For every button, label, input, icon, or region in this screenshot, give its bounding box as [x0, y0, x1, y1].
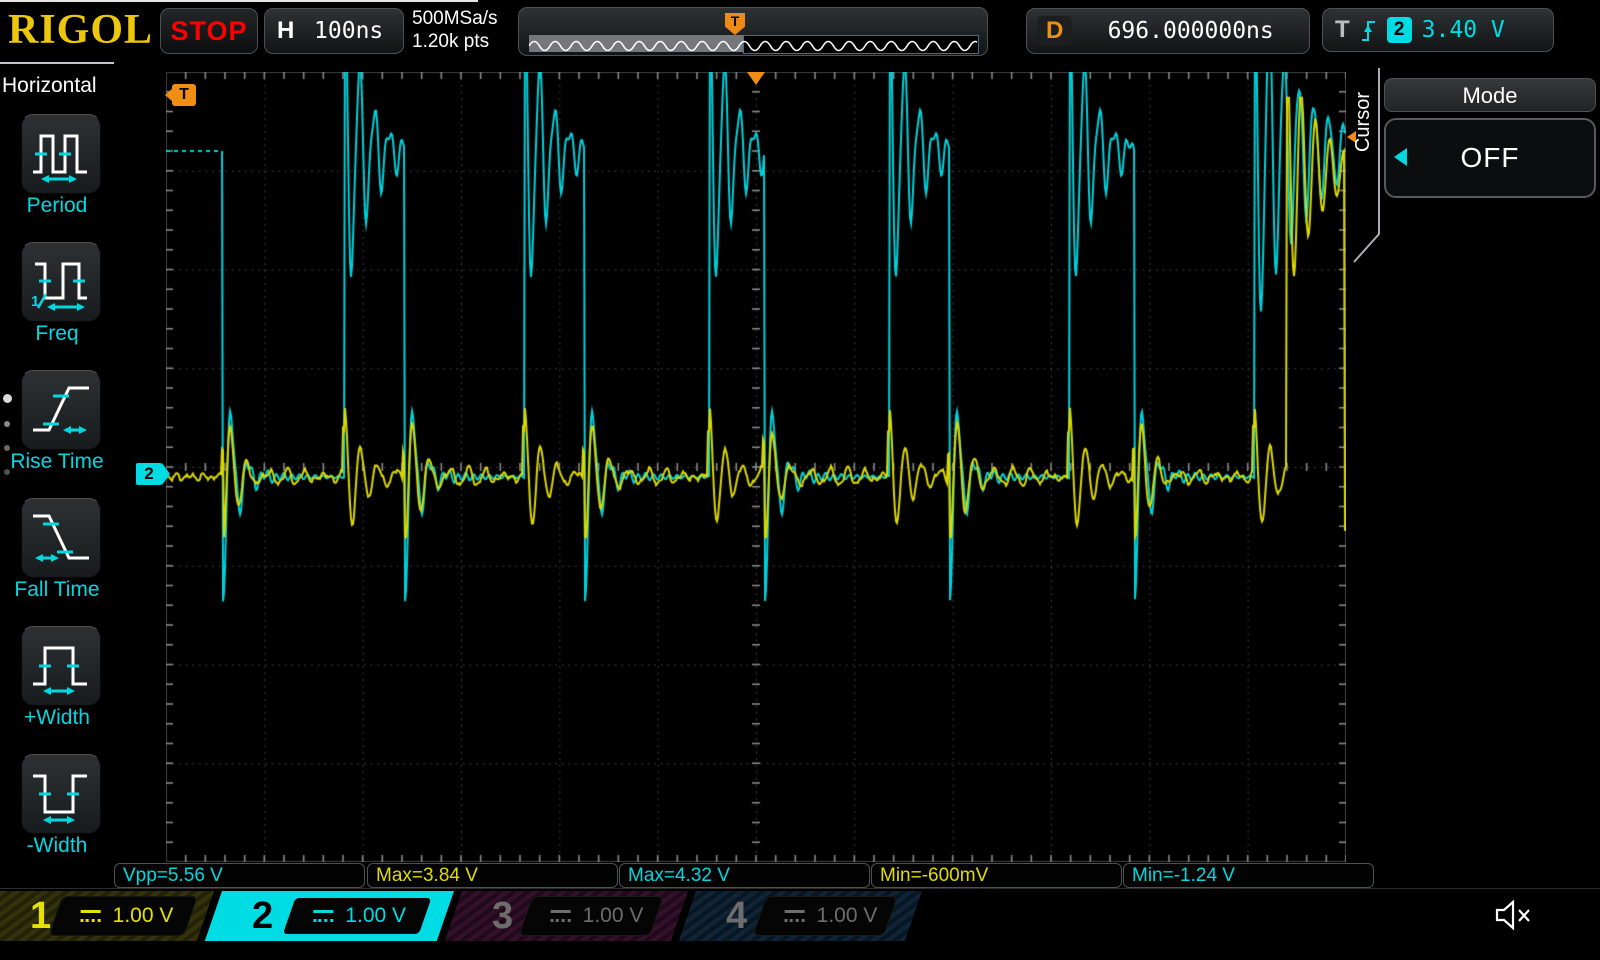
channel-bar-divider: [0, 888, 1600, 889]
measurement-slot-5[interactable]: Min=-1.24 V: [1123, 863, 1374, 888]
channel3-number: 3: [492, 891, 513, 941]
preview-waveform: [529, 35, 977, 52]
rise-time-icon: [29, 378, 93, 442]
measure-button-minus-width[interactable]: [21, 754, 101, 834]
dc-coupling-icon: [313, 910, 333, 922]
tab-cursor[interactable]: Cursor: [1352, 92, 1375, 152]
channel3-scale-box[interactable]: 1.00 V: [518, 896, 664, 936]
horizontal-timebase-box[interactable]: H 100ns: [264, 8, 404, 54]
cursor-mode-value: OFF: [1386, 120, 1594, 196]
sidebar-divider: [0, 62, 114, 64]
measure-button-rise-time[interactable]: [21, 370, 101, 450]
trigger-delay-box: D 696.000000ns: [1026, 8, 1310, 54]
measurement-value: Max=4.32 V: [628, 865, 730, 886]
sample-rate: 500MSa/s: [412, 7, 498, 30]
channel2-number: 2: [252, 891, 273, 941]
page-dot-active: [3, 394, 12, 403]
acquisition-info: 500MSa/s 1.20k pts: [412, 7, 498, 53]
measurement-value: Min=-1.24 V: [1132, 865, 1235, 886]
trigger-time-marker[interactable]: [747, 72, 765, 85]
trigger-status-box: T 2 3.40 V: [1322, 8, 1554, 52]
measure-label-plus-width: +Width: [0, 706, 114, 730]
trigger-level-value: 3.40 V: [1422, 17, 1505, 43]
measurement-value: Vpp=5.56 V: [123, 865, 223, 886]
preview-trigger-pin[interactable]: T: [725, 13, 745, 35]
measurement-slot-3[interactable]: Max=4.32 V: [619, 863, 870, 888]
channel1-scale: 1.00 V: [113, 904, 174, 928]
period-icon: [29, 122, 93, 186]
measurement-slot-2[interactable]: Max=3.84 V: [367, 863, 618, 888]
memory-preview-bar[interactable]: T: [518, 7, 988, 56]
freq-icon: 1: [29, 250, 93, 314]
menu-title-mode: Mode: [1384, 78, 1596, 112]
oscilloscope-screen: RIGOL STOP H 100ns 500MSa/s 1.20k pts T …: [0, 0, 1600, 960]
measurement-value: Max=3.84 V: [376, 865, 478, 886]
channel3-scale: 1.00 V: [583, 904, 644, 928]
dc-coupling-icon: [81, 910, 101, 922]
channel4-scale-box[interactable]: 1.00 V: [752, 896, 898, 936]
page-dot: [4, 421, 10, 427]
dc-coupling-icon: [551, 910, 571, 922]
measurement-slot-1[interactable]: Vpp=5.56 V: [114, 863, 365, 888]
trigger-source-badge: 2: [1387, 17, 1412, 43]
rising-edge-icon: [1360, 16, 1377, 44]
measurement-value: Min=-600mV: [880, 865, 988, 886]
page-dot: [4, 445, 10, 451]
measurement-slot-4[interactable]: Min=-600mV: [871, 863, 1122, 888]
muted-speaker-icon[interactable]: [1492, 897, 1536, 933]
trigger-label: T: [1335, 16, 1350, 44]
measure-label-period: Period: [0, 194, 114, 218]
channel1-number: 1: [30, 891, 51, 941]
memory-depth: 1.20k pts: [412, 30, 498, 53]
run-state-label: STOP: [170, 16, 247, 47]
measure-button-plus-width[interactable]: [21, 626, 101, 706]
delay-value: 696.000000ns: [1072, 18, 1309, 44]
channel2-scale: 1.00 V: [345, 904, 406, 928]
channel4-number: 4: [726, 891, 747, 941]
channel2-offset-badge[interactable]: 2: [136, 463, 162, 485]
rigol-logo: RIGOL: [8, 6, 153, 54]
measure-button-freq[interactable]: 1: [21, 242, 101, 322]
cursor-mode-button[interactable]: OFF: [1384, 118, 1596, 198]
sidebar-title: Horizontal: [2, 74, 114, 98]
measure-button-fall-time[interactable]: [21, 498, 101, 578]
page-dot: [4, 469, 10, 475]
timebase-value: 100ns: [294, 18, 403, 44]
measure-label-rise-time: Rise Time: [0, 450, 114, 474]
dc-coupling-icon: [785, 910, 805, 922]
run-stop-status[interactable]: STOP: [160, 8, 258, 54]
measure-label-freq: Freq: [0, 322, 114, 346]
waveform-display: [166, 72, 1346, 862]
top-edge-highlight: [0, 0, 478, 2]
channel1-scale-box[interactable]: 1.00 V: [48, 896, 198, 936]
measure-button-period[interactable]: [21, 114, 101, 194]
minus-width-icon: [29, 762, 93, 826]
measure-label-minus-width: -Width: [0, 834, 114, 858]
measure-label-fall-time: Fall Time: [0, 578, 114, 602]
channel2-offset-badge-tip: [162, 463, 170, 485]
channel4-scale: 1.00 V: [817, 904, 878, 928]
plus-width-icon: [29, 634, 93, 698]
fall-time-icon: [29, 506, 93, 570]
delay-label: D: [1037, 16, 1072, 46]
channel2-scale-box[interactable]: 1.00 V: [280, 896, 434, 936]
trigger-position-badge[interactable]: T: [172, 84, 196, 106]
horizontal-label: H: [277, 17, 294, 45]
